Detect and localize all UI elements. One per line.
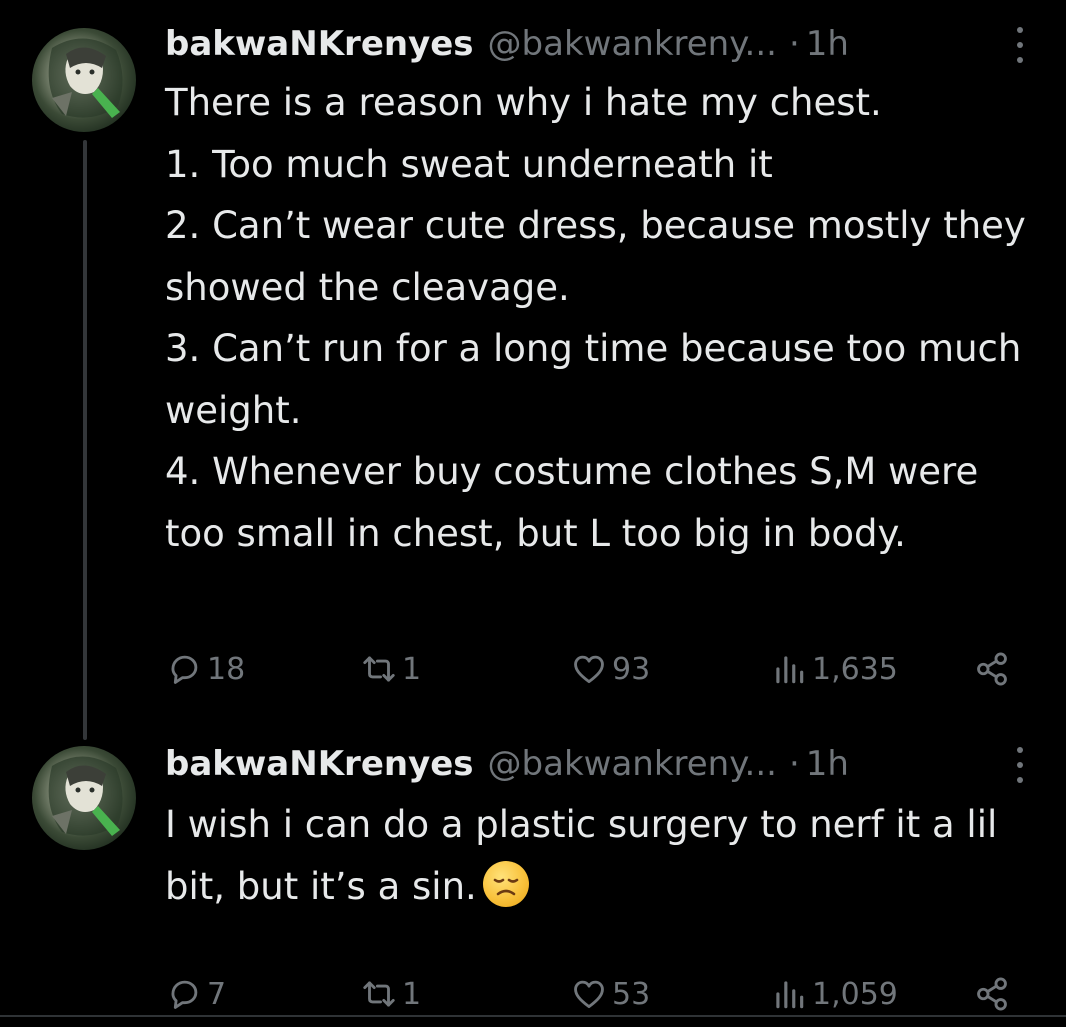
tweet-actions: 18 1 93 1,635	[165, 645, 1026, 693]
views-button[interactable]: 1,059	[770, 970, 898, 1018]
more-icon[interactable]	[1008, 27, 1032, 63]
views-count: 1,059	[812, 976, 898, 1012]
repost-button[interactable]: 1	[360, 970, 421, 1018]
avatar[interactable]	[32, 28, 136, 132]
share-icon	[977, 977, 1007, 1011]
views-button[interactable]: 1,635	[770, 645, 898, 693]
heart-icon	[574, 655, 604, 684]
reply-icon	[171, 655, 198, 684]
reply-button[interactable]: 18	[165, 645, 245, 693]
disappointed-face-emoji	[482, 860, 529, 907]
separator-dot: ·	[788, 24, 800, 64]
display-name[interactable]: bakwaNKrenyes	[165, 24, 474, 64]
tweet-text: There is a reason why i hate my chest. 1…	[165, 81, 1026, 555]
views-icon	[776, 981, 804, 1009]
handle[interactable]: @bakwankreny...	[488, 24, 777, 64]
display-name[interactable]: bakwaNKrenyes	[165, 744, 474, 784]
repost-count: 1	[402, 976, 422, 1012]
reply-icon	[171, 980, 198, 1009]
repost-icon	[363, 656, 395, 682]
repost-count: 1	[402, 651, 422, 687]
repost-icon	[363, 981, 395, 1007]
tweet[interactable]: bakwaNKrenyes @bakwankreny... · 1h There…	[0, 0, 1066, 730]
timestamp[interactable]: 1h	[806, 744, 849, 784]
tweet-header: bakwaNKrenyes @bakwankreny... · 1h	[165, 21, 1036, 67]
reply-count: 18	[207, 651, 246, 687]
timestamp[interactable]: 1h	[806, 24, 849, 64]
handle[interactable]: @bakwankreny...	[488, 744, 777, 784]
tweet-separator	[0, 1015, 1066, 1017]
tweet-header: bakwaNKrenyes @bakwankreny... · 1h	[165, 741, 1036, 787]
like-count: 53	[612, 976, 651, 1012]
separator-dot: ·	[788, 744, 800, 784]
avatar[interactable]	[32, 746, 136, 850]
views-icon	[776, 656, 804, 684]
share-icon	[977, 652, 1007, 686]
like-count: 93	[612, 651, 651, 687]
tweet-text-content: I wish i can do a plastic surgery to ner…	[165, 803, 998, 908]
repost-button[interactable]: 1	[360, 645, 421, 693]
tweet-text: I wish i can do a plastic surgery to ner…	[165, 794, 1045, 917]
share-button[interactable]	[973, 970, 1015, 1018]
tweet-actions: 7 1 53 1,059	[165, 970, 1026, 1018]
heart-icon	[574, 980, 604, 1009]
like-button[interactable]: 53	[570, 970, 650, 1018]
share-button[interactable]	[973, 645, 1015, 693]
more-icon[interactable]	[1008, 747, 1032, 783]
views-count: 1,635	[812, 651, 898, 687]
tweet[interactable]: bakwaNKrenyes @bakwankreny... · 1h I wis…	[0, 730, 1066, 1020]
like-button[interactable]: 93	[570, 645, 650, 693]
reply-button[interactable]: 7	[165, 970, 226, 1018]
reply-count: 7	[207, 976, 227, 1012]
